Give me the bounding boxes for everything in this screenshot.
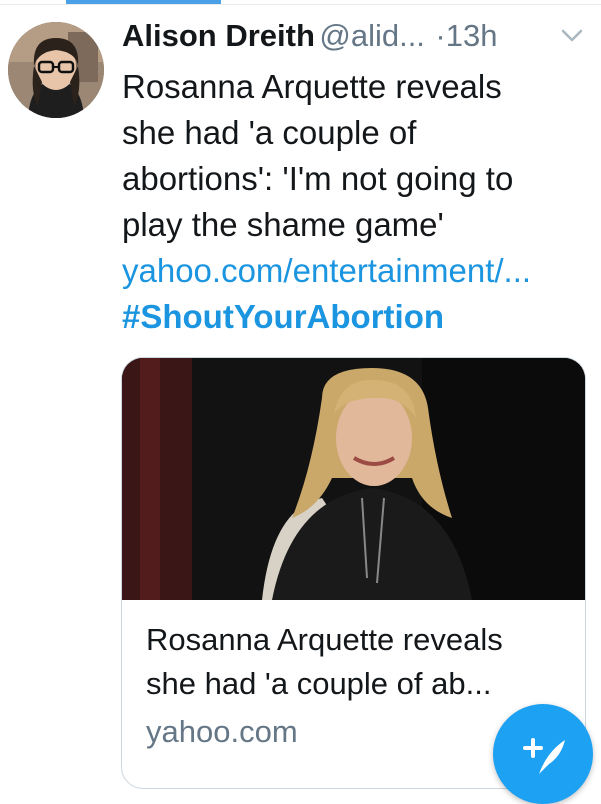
- chevron-down-icon[interactable]: [560, 26, 584, 46]
- tweet-text-line: abortions': 'I'm not going to: [122, 160, 514, 197]
- card-title-line: Rosanna Arquette reveals: [146, 622, 503, 657]
- tweet-text-line: play the shame game': [122, 206, 444, 243]
- card-title: Rosanna Arquette reveals she had 'a coup…: [146, 618, 576, 706]
- tweet-text: Rosanna Arquette reveals she had 'a coup…: [122, 64, 582, 340]
- avatar[interactable]: [8, 22, 104, 118]
- tweet-timestamp[interactable]: 13h: [446, 18, 498, 53]
- tweet-text-line: Rosanna Arquette reveals: [122, 68, 502, 105]
- card-title-line: she had 'a couple of ab...: [146, 666, 492, 701]
- separator-dot: ·: [435, 18, 446, 53]
- tweet-header: Alison Dreith @alid... ·13h: [122, 18, 592, 58]
- card-image: [122, 358, 585, 600]
- author-name[interactable]: Alison Dreith: [122, 18, 315, 53]
- compose-tweet-button[interactable]: [493, 704, 593, 804]
- avatar-image: [8, 22, 104, 118]
- tweet-text-line: she had 'a couple of: [122, 114, 417, 151]
- card-domain: yahoo.com: [146, 714, 298, 749]
- tweet-link[interactable]: yahoo.com/entertainment/...: [122, 248, 582, 294]
- author-handle[interactable]: @alid...: [319, 18, 425, 53]
- tweet-hashtag[interactable]: #ShoutYourAbortion: [122, 294, 582, 340]
- compose-tweet-icon: [523, 738, 565, 774]
- top-divider: [0, 4, 601, 5]
